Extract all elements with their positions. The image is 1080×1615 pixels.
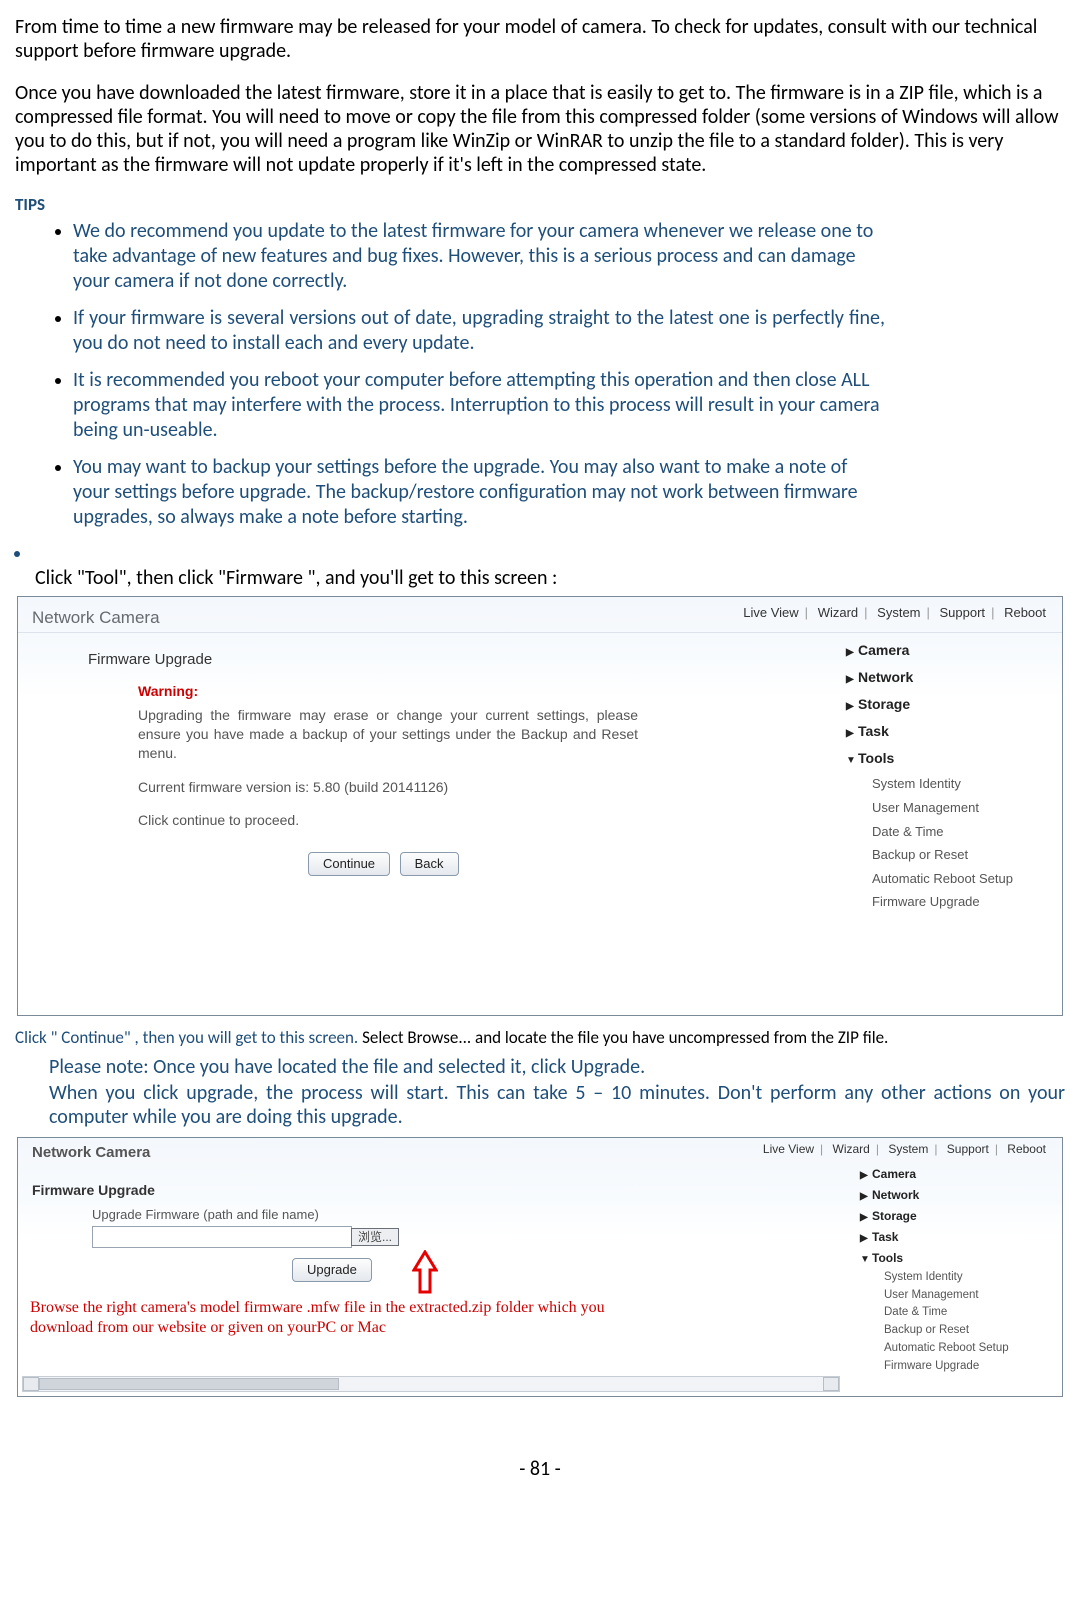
chevron-down-icon: ▼ — [860, 1254, 872, 1266]
continue-instruction: Click " Continue" , then you will get to… — [15, 1028, 1065, 1048]
browse-firmware-note: Browse the right camera's model firmware… — [30, 1298, 640, 1338]
chevron-down-icon: ▼ — [846, 755, 858, 767]
panel-title: Firmware Upgrade — [32, 1182, 660, 1199]
nav-system[interactable]: System — [882, 1142, 934, 1156]
side-sub-user-management[interactable]: User Management — [838, 796, 1062, 820]
nav-wizard[interactable]: Wizard — [827, 1142, 876, 1156]
upgrade-path-label: Upgrade Firmware (path and file name) — [92, 1207, 660, 1223]
side-group-camera[interactable]: ▶Camera — [838, 637, 1062, 664]
panel-title: Firmware Upgrade — [88, 651, 708, 669]
horizontal-scrollbar[interactable] — [22, 1376, 840, 1392]
side-menu: ▶Camera ▶Network ▶Storage ▶Task ▼Tools S… — [838, 637, 1062, 914]
app-title: Network Camera — [32, 608, 160, 628]
side-group-network[interactable]: ▶Network — [838, 664, 1062, 691]
app-title: Network Camera — [32, 1144, 150, 1162]
side-sub-date-time[interactable]: Date & Time — [854, 1304, 1062, 1322]
red-arrow-annotation — [412, 1250, 438, 1294]
tip-item: We do recommend you update to the latest… — [73, 219, 1065, 294]
side-menu: ▶Camera ▶Network ▶Storage ▶Task ▼Tools S… — [854, 1164, 1062, 1376]
chevron-right-icon: ▶ — [860, 1191, 872, 1203]
firmware-upgrade-screenshot-2: Network Camera Live View| Wizard| System… — [17, 1137, 1063, 1397]
chevron-right-icon: ▶ — [846, 728, 858, 740]
nav-live-view[interactable]: Live View — [757, 1142, 820, 1156]
back-button[interactable]: Back — [400, 852, 459, 876]
top-nav: Live View| Wizard| System| Support| Rebo… — [757, 1142, 1052, 1156]
side-sub-firmware-upgrade[interactable]: Firmware Upgrade — [854, 1358, 1062, 1376]
scroll-right-icon[interactable] — [823, 1377, 839, 1391]
warning-label: Warning: — [138, 683, 708, 700]
top-nav: Live View| Wizard| System| Support| Rebo… — [737, 605, 1052, 621]
side-sub-backup-reset[interactable]: Backup or Reset — [854, 1322, 1062, 1340]
side-group-storage[interactable]: ▶Storage — [838, 691, 1062, 718]
intro-paragraph-1: From time to time a new firmware may be … — [15, 15, 1065, 63]
nav-support[interactable]: Support — [934, 605, 992, 620]
side-group-camera[interactable]: ▶Camera — [854, 1164, 1062, 1185]
nav-live-view[interactable]: Live View — [737, 605, 804, 620]
current-version: Current firmware version is: 5.80 (build… — [138, 779, 708, 796]
chevron-right-icon: ▶ — [860, 1212, 872, 1224]
chevron-right-icon: ▶ — [860, 1233, 872, 1245]
chevron-right-icon: ▶ — [860, 1170, 872, 1182]
continue-button[interactable]: Continue — [308, 852, 390, 876]
chevron-right-icon: ▶ — [846, 701, 858, 713]
tip-item: If your firmware is several versions out… — [73, 306, 1065, 356]
nav-reboot[interactable]: Reboot — [998, 605, 1052, 620]
scroll-left-icon[interactable] — [23, 1377, 39, 1391]
page-number: - 81 - — [15, 1457, 1065, 1481]
scroll-thumb[interactable] — [39, 1378, 339, 1390]
nav-support[interactable]: Support — [941, 1142, 995, 1156]
side-sub-auto-reboot[interactable]: Automatic Reboot Setup — [838, 867, 1062, 891]
side-sub-date-time[interactable]: Date & Time — [838, 820, 1062, 844]
warning-text: Upgrading the firmware may erase or chan… — [138, 706, 638, 763]
click-continue-text: Click continue to proceed. — [138, 812, 708, 829]
nav-wizard[interactable]: Wizard — [812, 605, 864, 620]
side-group-tools[interactable]: ▼Tools — [854, 1248, 1062, 1269]
side-sub-system-identity[interactable]: System Identity — [838, 772, 1062, 796]
tip-item: You may want to backup your settings bef… — [73, 455, 1065, 530]
intro-paragraph-2: Once you have downloaded the latest firm… — [15, 81, 1065, 177]
firmware-upgrade-screenshot-1: Network Camera Live View| Wizard| System… — [17, 596, 1063, 1016]
tips-heading: TIPS — [15, 195, 1065, 215]
chevron-right-icon: ▶ — [846, 674, 858, 686]
tips-list: We do recommend you update to the latest… — [15, 219, 1065, 530]
side-sub-system-identity[interactable]: System Identity — [854, 1269, 1062, 1287]
nav-system[interactable]: System — [871, 605, 926, 620]
side-sub-auto-reboot[interactable]: Automatic Reboot Setup — [854, 1340, 1062, 1358]
click-tool-instruction: Click "Tool", then click "Firmware ", an… — [35, 566, 1065, 590]
side-sub-firmware-upgrade[interactable]: Firmware Upgrade — [838, 890, 1062, 914]
upgrade-button[interactable]: Upgrade — [292, 1258, 372, 1282]
side-sub-backup-reset[interactable]: Backup or Reset — [838, 843, 1062, 867]
tip-item: It is recommended you reboot your comput… — [73, 368, 1065, 443]
side-group-tools[interactable]: ▼Tools — [838, 745, 1062, 772]
upgrade-duration-line: When you click upgrade, the process will… — [49, 1081, 1065, 1129]
browse-button[interactable]: 浏览... — [351, 1228, 399, 1246]
side-sub-user-management[interactable]: User Management — [854, 1287, 1062, 1305]
please-note-line: Please note: Once you have located the f… — [49, 1055, 1065, 1079]
empty-bullet — [15, 542, 1065, 566]
firmware-path-input[interactable] — [92, 1226, 352, 1248]
side-group-storage[interactable]: ▶Storage — [854, 1206, 1062, 1227]
side-group-network[interactable]: ▶Network — [854, 1185, 1062, 1206]
nav-reboot[interactable]: Reboot — [1001, 1142, 1052, 1156]
side-group-task[interactable]: ▶Task — [838, 718, 1062, 745]
chevron-right-icon: ▶ — [846, 647, 858, 659]
side-group-task[interactable]: ▶Task — [854, 1227, 1062, 1248]
